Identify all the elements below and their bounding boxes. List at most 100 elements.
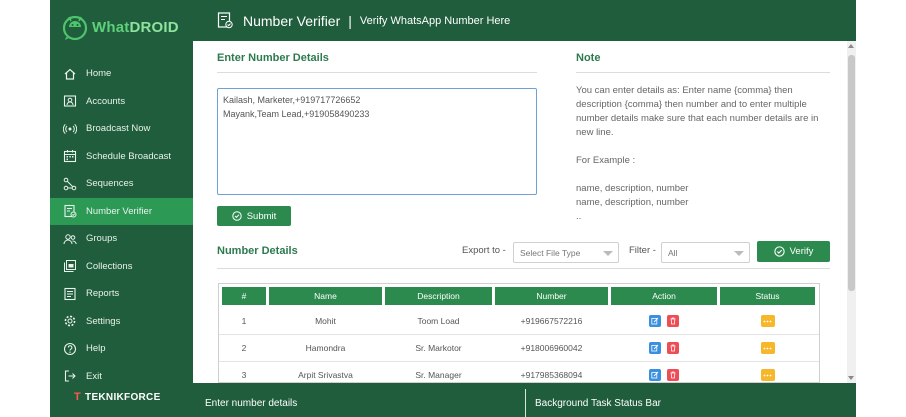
column-header: Description	[385, 287, 492, 305]
number-details-textarea[interactable]: Kailash, Marketer,+919717726652 Mayank,T…	[217, 88, 537, 195]
sidebar-item-label: Reports	[86, 288, 120, 300]
chevron-down-icon	[603, 251, 613, 256]
verify-label: Verify	[789, 246, 814, 257]
row-description: Sr. Markotor	[415, 343, 462, 353]
logo: WhatDROID	[62, 8, 187, 46]
table-row: 1 Mohit Toom Load +919667572216	[219, 308, 819, 335]
sidebar-item-label: Accounts	[86, 95, 126, 107]
scroll-down-icon[interactable]	[848, 376, 854, 380]
edit-icon[interactable]	[649, 315, 661, 327]
row-actions	[611, 335, 717, 362]
row-name: Hamondra	[305, 343, 346, 353]
whatdroid-logo-icon	[62, 15, 88, 41]
status-bar: Enter number details Background Task Sta…	[193, 383, 856, 417]
status-message: Enter number details	[205, 398, 298, 409]
divider	[217, 72, 537, 73]
sidebar-item-label: Exit	[86, 370, 102, 382]
verify-button[interactable]: Verify	[757, 241, 830, 262]
edit-icon[interactable]	[649, 342, 661, 354]
filter-label: Filter -	[629, 245, 656, 256]
home-icon	[64, 68, 76, 80]
sidebar-item-groups[interactable]: Groups	[50, 225, 193, 253]
export-label: Export to -	[462, 245, 506, 256]
teknikforce-text: TEKNIKFORCE	[85, 391, 161, 403]
filter-select[interactable]: All	[661, 242, 750, 263]
scroll-up-icon[interactable]	[848, 44, 854, 48]
divider	[576, 72, 830, 73]
export-select-value: Select File Type	[520, 247, 581, 258]
submit-label: Submit	[246, 210, 277, 222]
row-name: Mohit	[315, 316, 336, 326]
sidebar-item-label: Settings	[86, 315, 121, 327]
column-header: Action	[611, 287, 717, 305]
verifier-icon	[217, 12, 233, 29]
more-options-icon[interactable]	[760, 315, 775, 327]
scrollbar-thumb[interactable]	[848, 55, 855, 291]
row-index: 3	[241, 370, 247, 380]
more-options-icon[interactable]	[760, 342, 775, 354]
groups-icon	[63, 234, 77, 244]
sidebar-item-label: Number Verifier	[86, 205, 152, 217]
delete-icon[interactable]	[667, 315, 679, 327]
note-example-line: ..	[576, 211, 582, 222]
reports-icon	[64, 287, 76, 300]
sequences-icon	[63, 177, 77, 191]
chevron-down-icon	[734, 251, 744, 256]
vertical-scrollbar[interactable]	[847, 41, 856, 383]
note-instructions: You can enter details as: Enter name {co…	[576, 85, 819, 138]
main-content: Enter Number Details Kailash, Marketer,+…	[193, 41, 856, 383]
row-number: +919667572216	[520, 316, 583, 326]
sidebar-item-settings[interactable]: Settings	[50, 308, 193, 336]
note-title: Note	[576, 52, 601, 64]
row-name: Arpit Srivastva	[298, 370, 353, 380]
broadcast-icon	[63, 123, 77, 134]
row-actions	[611, 362, 717, 383]
sidebar-item-broadcast-now[interactable]: Broadcast Now	[50, 115, 193, 143]
page-header: Number Verifier | Verify WhatsApp Number…	[193, 0, 856, 41]
calendar-icon	[63, 150, 77, 163]
sidebar-item-sequences[interactable]: Sequences	[50, 170, 193, 198]
divider	[217, 268, 830, 269]
row-description: Toom Load	[417, 316, 460, 326]
header-separator: |	[348, 12, 352, 29]
page-title: Number Verifier	[243, 12, 341, 29]
sidebar-item-label: Schedule Broadcast	[86, 150, 172, 162]
delete-icon[interactable]	[667, 369, 679, 381]
more-options-icon[interactable]	[760, 369, 775, 381]
sidebar-nav: Home Accounts Broadcast Now Schedule Bro…	[50, 60, 193, 390]
gear-icon	[64, 315, 76, 327]
sidebar-item-reports[interactable]: Reports	[50, 280, 193, 308]
sidebar-item-accounts[interactable]: Accounts	[50, 88, 193, 116]
export-file-type-select[interactable]: Select File Type	[513, 242, 619, 263]
sidebar-item-collections[interactable]: Collections	[50, 253, 193, 281]
row-actions	[611, 308, 717, 335]
filter-select-value: All	[668, 247, 678, 258]
delete-icon[interactable]	[667, 342, 679, 354]
exit-icon	[64, 370, 76, 382]
table-header: # Name Description Number Action Status	[219, 284, 819, 308]
row-status	[720, 335, 815, 362]
column-header: Status	[720, 287, 815, 305]
sidebar-item-schedule-broadcast[interactable]: Schedule Broadcast	[50, 143, 193, 171]
check-circle-icon	[232, 211, 242, 221]
edit-icon[interactable]	[649, 369, 661, 381]
row-status	[720, 308, 815, 335]
column-header: #	[222, 287, 266, 305]
teknikforce-logo: T TEKNIKFORCE	[74, 391, 161, 403]
sidebar-item-label: Help	[86, 343, 106, 355]
sidebar-item-exit[interactable]: Exit	[50, 363, 193, 391]
row-number: +917985368094	[520, 370, 583, 380]
number-details-title: Number Details	[217, 245, 298, 257]
table-row: 2 Hamondra Sr. Markotor +918006960042	[219, 335, 819, 362]
sidebar-item-number-verifier[interactable]: Number Verifier	[50, 197, 193, 225]
sidebar-item-help[interactable]: Help	[50, 335, 193, 363]
help-icon	[63, 342, 77, 355]
sidebar-item-label: Groups	[86, 233, 118, 245]
note-example-line: name, description, number	[576, 197, 689, 208]
row-status	[720, 362, 815, 383]
sidebar-item-home[interactable]: Home	[50, 60, 193, 88]
table-row: 3 Arpit Srivastva Sr. Manager +917985368…	[219, 362, 819, 383]
submit-button[interactable]: Submit	[217, 206, 291, 226]
collections-icon	[64, 260, 76, 273]
accounts-icon	[63, 95, 77, 107]
